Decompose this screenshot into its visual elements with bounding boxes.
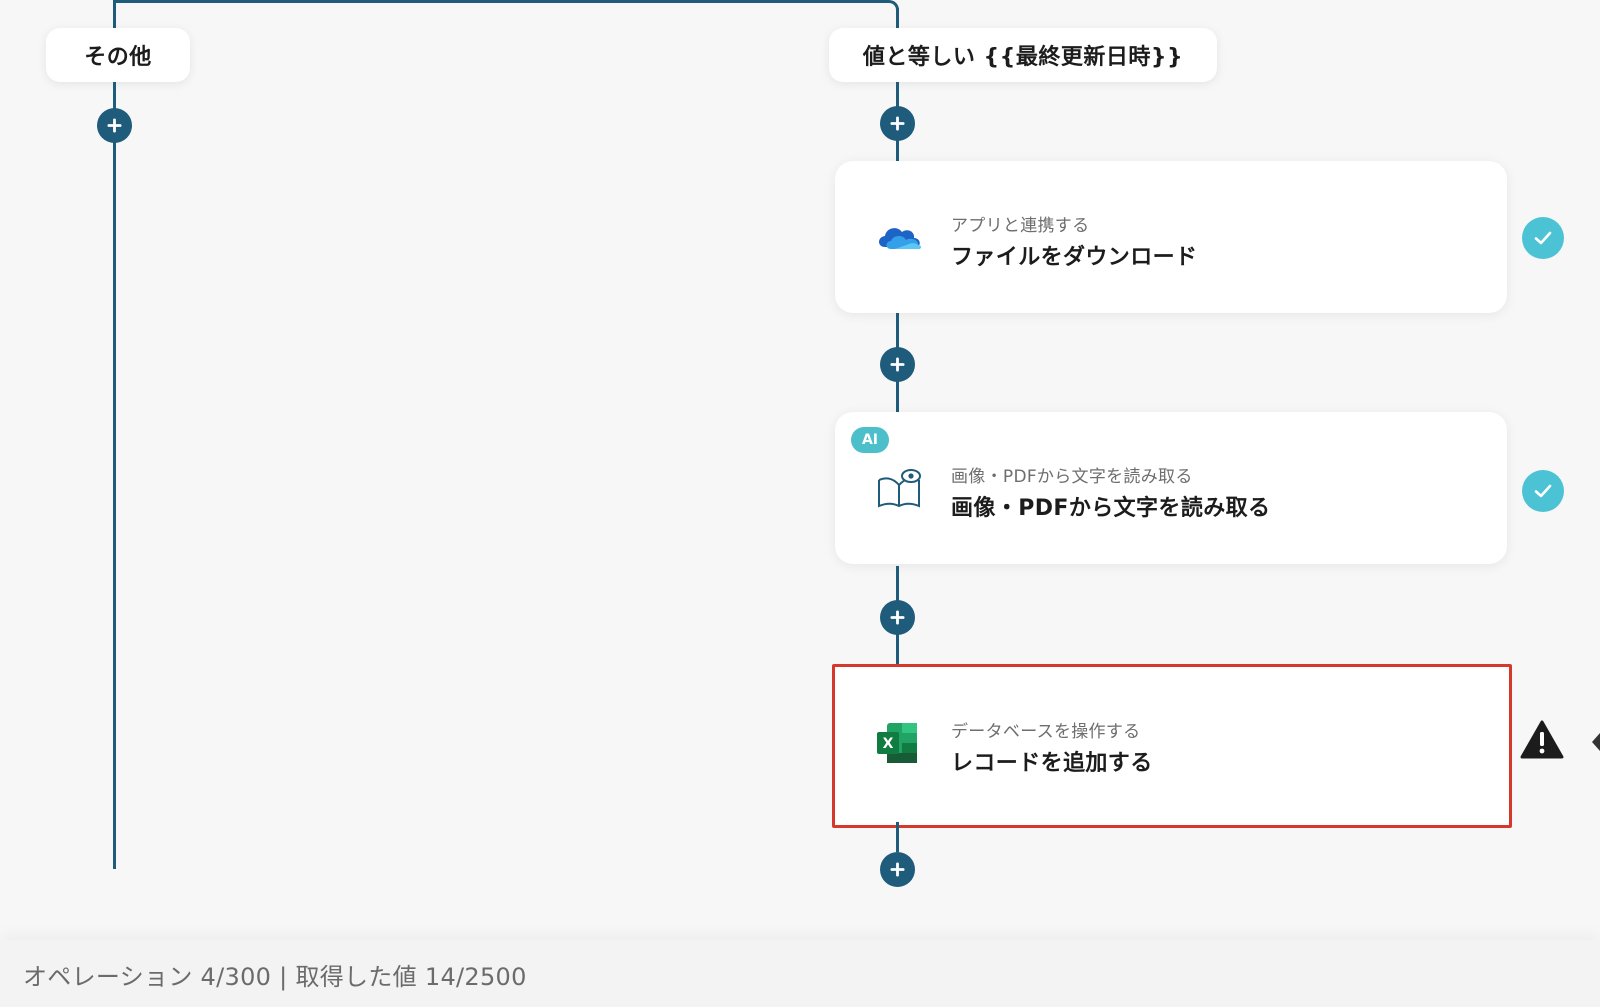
check-icon [1534, 231, 1552, 245]
check-icon [1534, 484, 1552, 498]
panel-arrow-icon [1592, 733, 1600, 751]
plus-icon [890, 610, 905, 625]
right-branch-top-line [896, 8, 899, 30]
step-title: 画像・PDFから文字を読み取る [951, 496, 1271, 521]
branch-connector-top [113, 0, 889, 3]
right-branch-line-4 [896, 822, 899, 852]
step-card-ocr[interactable]: AI 画像・PDFから文字を読み取る 画像・PDFから文字を読み取る [835, 412, 1507, 564]
add-step-button-1[interactable] [880, 106, 915, 141]
plus-icon [890, 116, 905, 131]
step-subtitle: アプリと連携する [951, 216, 1090, 236]
add-step-button-3[interactable] [880, 600, 915, 635]
book-eye-icon [878, 469, 921, 508]
branch-label-equals-text: 値と等しい {{最終更新日時}} [862, 45, 1184, 70]
excel-icon: X [877, 723, 917, 763]
left-branch-top-line [113, 0, 116, 30]
plus-icon [890, 862, 905, 877]
plus-icon [890, 357, 905, 372]
ai-badge: AI [851, 427, 889, 453]
step-title: レコードを追加する [951, 751, 1153, 776]
step-subtitle: 画像・PDFから文字を読み取る [951, 467, 1193, 487]
plus-icon [107, 118, 122, 133]
branch-label-equals[interactable]: 値と等しい {{最終更新日時}} [829, 28, 1217, 82]
add-step-button-2[interactable] [880, 347, 915, 382]
step-title: ファイルをダウンロード [951, 245, 1198, 270]
left-branch-line [113, 82, 116, 869]
step-3-warning-icon [1520, 720, 1564, 759]
step-1-status-check [1522, 217, 1564, 259]
svg-text:X: X [883, 736, 894, 752]
step-subtitle: データベースを操作する [951, 722, 1141, 742]
usage-footer: オペレーション 4/300 | 取得した値 14/2500 [0, 940, 1600, 1007]
onedrive-icon [879, 228, 921, 249]
step-2-status-check [1522, 470, 1564, 512]
flow-canvas: その他 値と等しい {{最終更新日時}} アプリと連携する ファイルをダウンロー… [0, 0, 1600, 1007]
step-card-download-file[interactable]: アプリと連携する ファイルをダウンロード [835, 161, 1507, 313]
step-card-add-record[interactable]: X データベースを操作する レコードを追加する [832, 664, 1512, 828]
branch-label-other[interactable]: その他 [46, 28, 190, 82]
left-branch-add-button[interactable] [97, 108, 132, 143]
usage-counter: オペレーション 4/300 | 取得した値 14/2500 [23, 963, 527, 991]
add-step-button-4[interactable] [880, 852, 915, 887]
branch-label-other-text: その他 [84, 45, 152, 70]
